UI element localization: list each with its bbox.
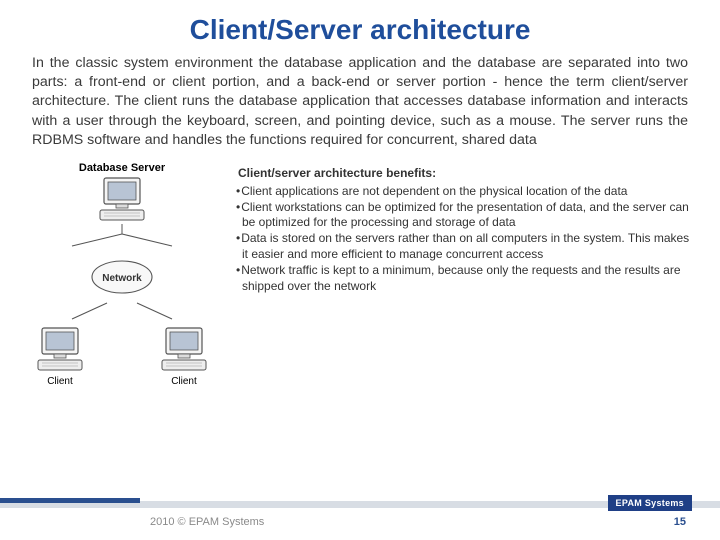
architecture-diagram: Database Server Network (22, 162, 222, 387)
list-item: Data is stored on the servers rather tha… (232, 231, 698, 263)
connector-lines-top (22, 224, 222, 248)
footer-divider-blue (0, 498, 140, 503)
benefits-heading: Client/server architecture benefits: (232, 166, 698, 182)
page-number: 15 (674, 516, 686, 528)
copyright-text: 2010 © EPAM Systems (150, 516, 264, 528)
slide-footer: EPAM Systems 2010 © EPAM Systems 15 (0, 496, 720, 540)
connector-lines-bottom (22, 301, 222, 321)
network-label: Network (102, 273, 142, 284)
benefits-block: Client/server architecture benefits: Cli… (232, 162, 698, 387)
list-item: Client workstations can be optimized for… (232, 200, 698, 232)
client-label-left: Client (47, 376, 73, 387)
body-paragraph: In the classic system environment the da… (0, 54, 720, 150)
slide-title: Client/Server architecture (0, 0, 720, 54)
client-label-right: Client (171, 376, 197, 387)
benefits-list: Client applications are not dependent on… (232, 184, 698, 295)
client-computer-right-icon: Client (156, 326, 212, 387)
list-item: Client applications are not dependent on… (232, 184, 698, 200)
client-computer-left-icon: Client (32, 326, 88, 387)
epam-badge: EPAM Systems (608, 495, 692, 511)
network-icon: Network (87, 257, 157, 297)
server-computer-icon (22, 176, 222, 224)
list-item: Network traffic is kept to a minimum, be… (232, 263, 698, 295)
server-label: Database Server (22, 162, 222, 174)
